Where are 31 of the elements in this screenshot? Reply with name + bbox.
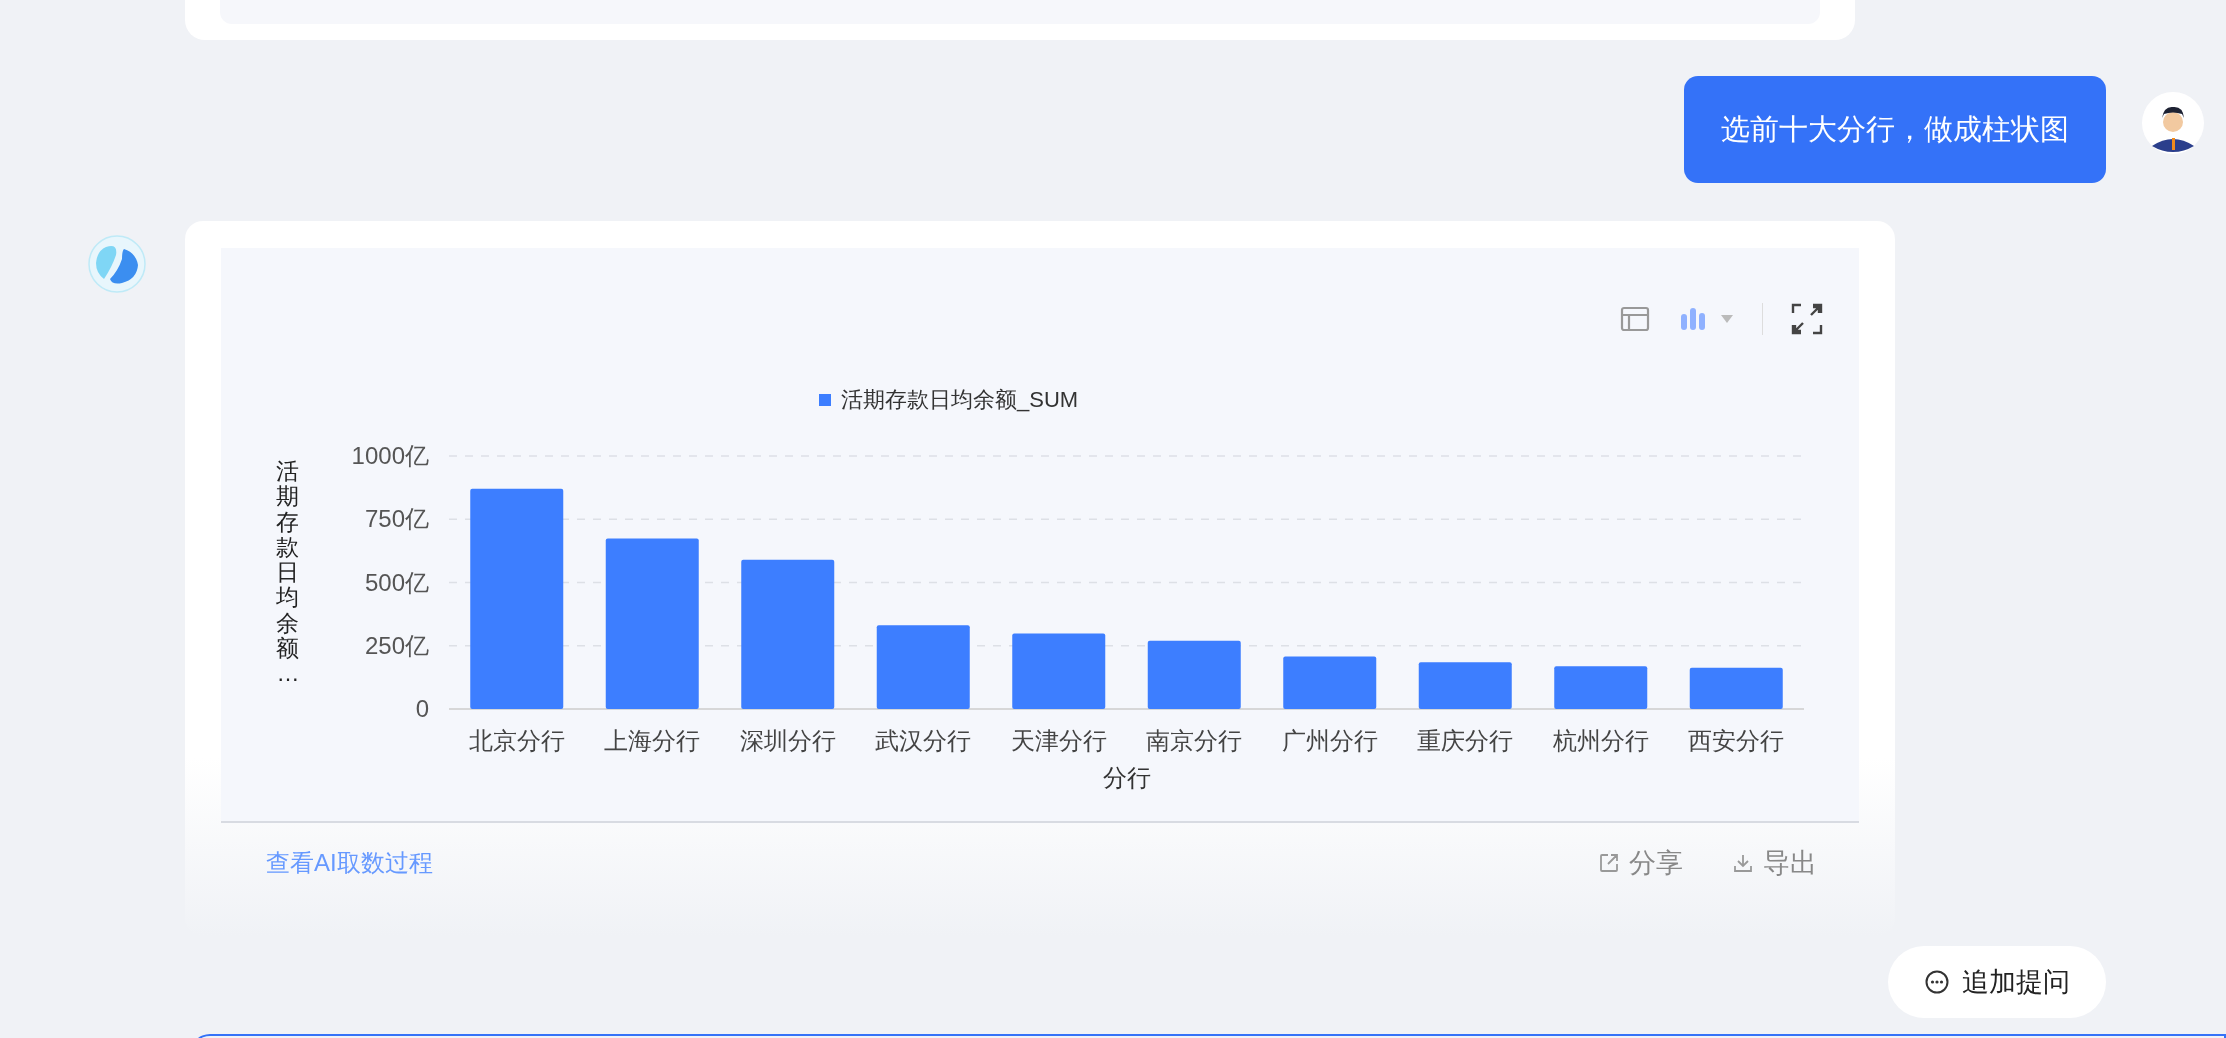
chat-bubble-icon [1924, 969, 1950, 995]
ai-process-link[interactable]: 查看AI取数过程 [266, 847, 433, 879]
table-icon[interactable] [1619, 306, 1650, 332]
user-avatar-icon [2142, 92, 2204, 154]
x-tick-label: 武汉分行 [875, 727, 972, 754]
y-tick-label: 250亿 [364, 631, 429, 659]
fullscreen-icon[interactable] [1791, 303, 1823, 335]
x-axis-title: 分行 [1102, 764, 1151, 791]
y-tick-label: 500亿 [364, 568, 429, 596]
x-tick-label: 重庆分行 [1417, 727, 1514, 754]
download-icon [1733, 853, 1753, 873]
x-tick-label: 西安分行 [1688, 727, 1785, 754]
x-tick-label: 天津分行 [1010, 727, 1107, 754]
assistant-logo-icon [88, 235, 146, 293]
y-tick-label: 1000亿 [351, 442, 429, 469]
y-axis-title: 活期存款日均余额… [275, 459, 301, 687]
user-message: 选前十大分行，做成柱状图 [1684, 76, 2106, 183]
share-icon [1599, 853, 1619, 873]
x-tick-label: 北京分行 [468, 727, 565, 754]
x-tick-label: 广州分行 [1281, 727, 1378, 754]
follow-up-button[interactable]: 追加提问 [1888, 946, 2106, 1018]
caret-icon [1719, 314, 1734, 324]
legend-item[interactable]: 活期存款日均余额_SUM [818, 387, 1078, 412]
x-tick-label: 杭州分行 [1552, 727, 1649, 754]
share-button[interactable]: 分享 [1599, 845, 1683, 881]
y-tick-label: 0 [415, 695, 429, 722]
x-tick-label: 深圳分行 [739, 727, 836, 754]
export-button[interactable]: 导出 [1733, 845, 1817, 881]
y-tick-label: 750亿 [364, 505, 429, 533]
x-tick-label: 上海分行 [604, 727, 701, 754]
x-tick-label: 南京分行 [1146, 727, 1243, 754]
